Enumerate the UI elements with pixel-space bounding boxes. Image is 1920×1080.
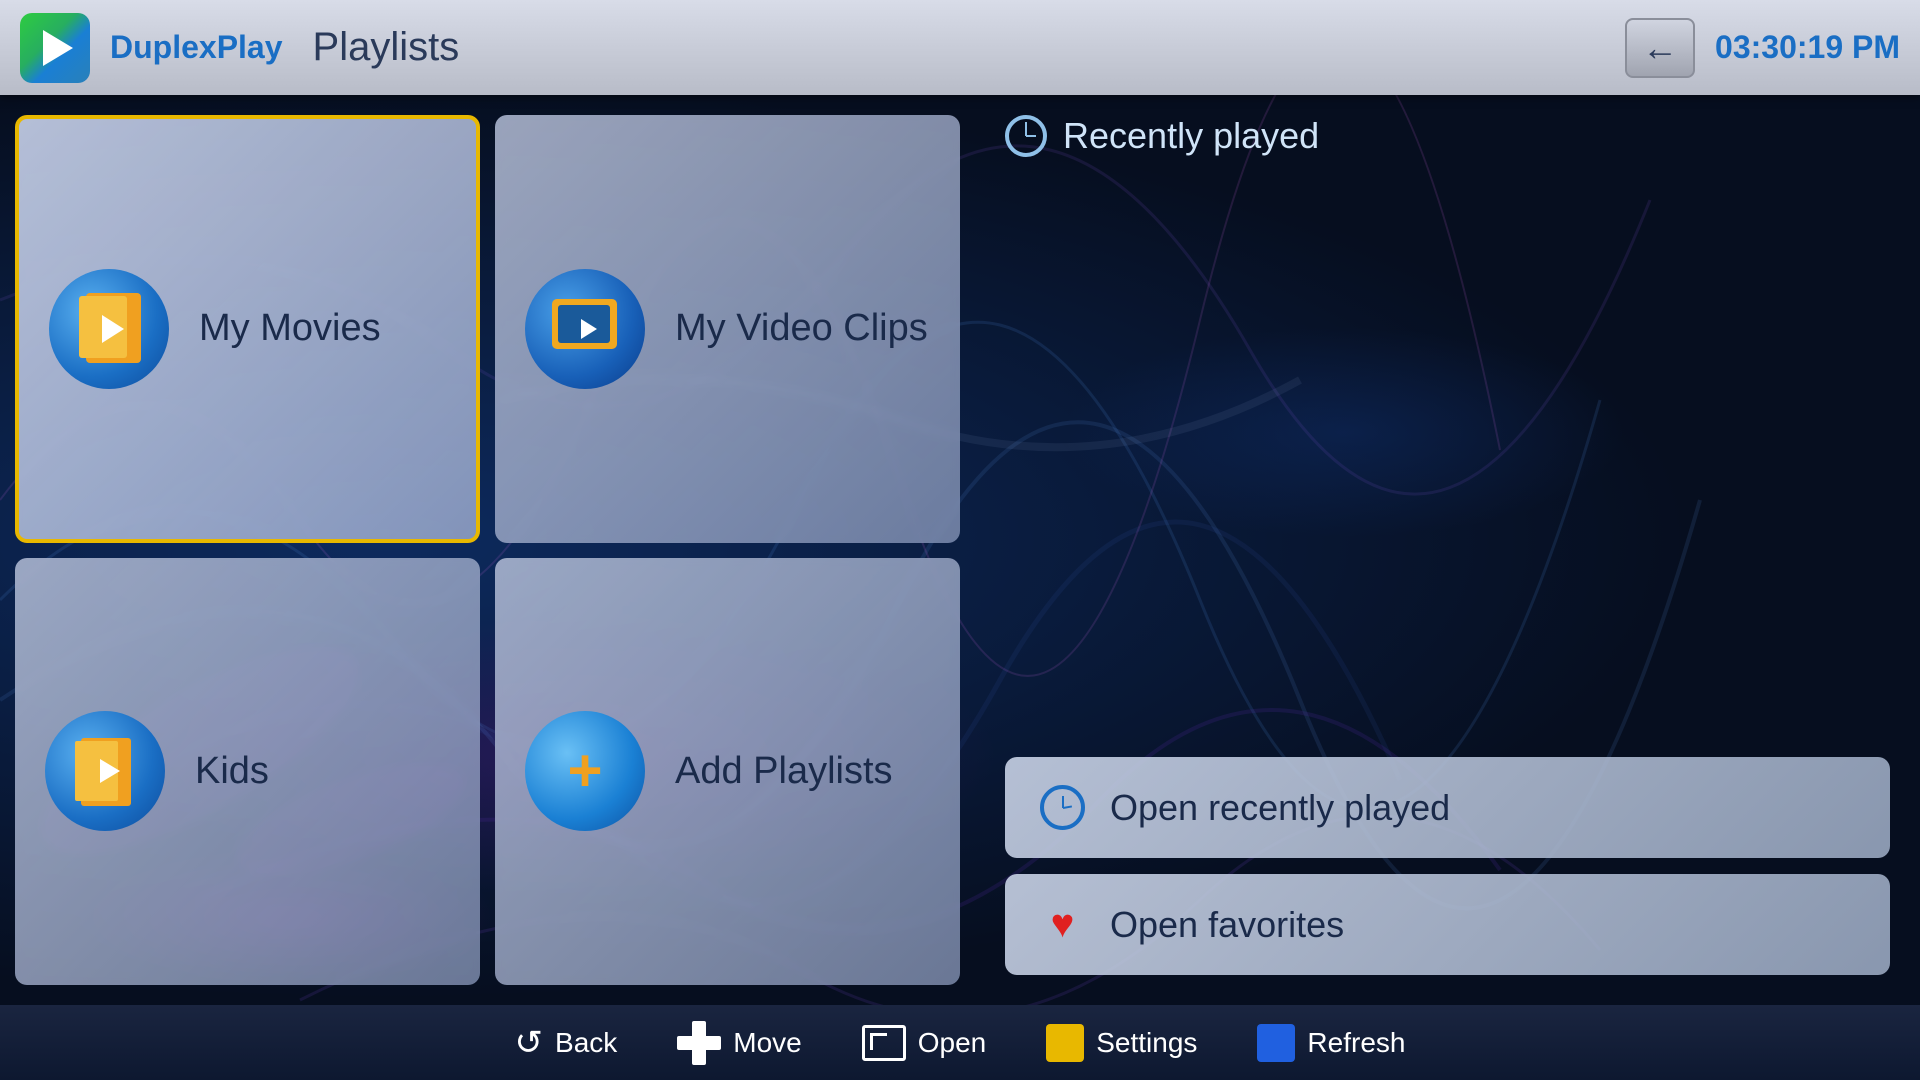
kids-film-icon bbox=[73, 734, 138, 809]
blue-button-icon bbox=[1257, 1024, 1295, 1062]
brand-name: DuplexPlay bbox=[110, 29, 283, 66]
back-button[interactable]: ← bbox=[1625, 18, 1695, 78]
my-movies-label: My Movies bbox=[199, 307, 381, 350]
back-footer-icon: ↺ bbox=[515, 1023, 544, 1063]
heart-icon: ♥ bbox=[1040, 902, 1085, 947]
header-right: ← 03:30:19 PM bbox=[1625, 18, 1900, 78]
kids-play-icon bbox=[100, 759, 120, 783]
kids-card[interactable]: Kids bbox=[15, 558, 480, 986]
recently-played-title: Recently played bbox=[1063, 115, 1319, 157]
logo-play-icon bbox=[43, 30, 73, 66]
kids-icon bbox=[45, 711, 165, 831]
open-favorites-button[interactable]: ♥ Open favorites bbox=[1005, 874, 1890, 975]
footer-move-label: Move bbox=[733, 1027, 801, 1059]
open-recently-played-button[interactable]: Open recently played bbox=[1005, 757, 1890, 858]
logo bbox=[20, 13, 90, 83]
my-movies-card[interactable]: My Movies bbox=[15, 115, 480, 543]
my-movies-icon bbox=[49, 269, 169, 389]
open-icon bbox=[862, 1025, 906, 1061]
right-panel: Recently played Open recently played ♥ O… bbox=[975, 95, 1920, 1005]
open-recently-played-label: Open recently played bbox=[1110, 787, 1450, 829]
open-favorites-label: Open favorites bbox=[1110, 904, 1344, 946]
my-video-clips-label: My Video Clips bbox=[675, 307, 928, 350]
footer-settings[interactable]: Settings bbox=[1046, 1024, 1197, 1062]
back-arrow-icon: ← bbox=[1642, 27, 1678, 69]
footer-back-label: Back bbox=[555, 1027, 617, 1059]
yellow-button-icon bbox=[1046, 1024, 1084, 1062]
kids-label: Kids bbox=[195, 750, 269, 793]
add-playlists-label: Add Playlists bbox=[675, 750, 893, 793]
my-video-clips-icon bbox=[525, 269, 645, 389]
page-title: Playlists bbox=[313, 25, 1606, 70]
footer-refresh[interactable]: Refresh bbox=[1257, 1024, 1405, 1062]
plus-icon: + bbox=[567, 741, 602, 801]
footer-open-label: Open bbox=[918, 1027, 987, 1059]
movie-film-icon bbox=[74, 291, 144, 366]
my-video-clips-card[interactable]: My Video Clips bbox=[495, 115, 960, 543]
clock: 03:30:19 PM bbox=[1715, 29, 1900, 66]
add-playlists-icon: + bbox=[525, 711, 645, 831]
footer-back[interactable]: ↺ Back bbox=[515, 1023, 618, 1063]
footer-move[interactable]: Move bbox=[677, 1021, 801, 1065]
play-triangle-sm-icon bbox=[581, 319, 597, 339]
history-clock-icon bbox=[1005, 115, 1047, 157]
recently-played-header: Recently played bbox=[1005, 115, 1890, 157]
main-content: My Movies My Video Clips K bbox=[0, 95, 1920, 1005]
header: DuplexPlay Playlists ← 03:30:19 PM bbox=[0, 0, 1920, 95]
footer: ↺ Back Move Open Settings Refresh bbox=[0, 1005, 1920, 1080]
footer-settings-label: Settings bbox=[1096, 1027, 1197, 1059]
play-triangle-icon bbox=[102, 315, 124, 343]
video-icon-inner bbox=[550, 294, 620, 364]
action-buttons: Open recently played ♥ Open favorites bbox=[1005, 757, 1890, 975]
history-icon bbox=[1040, 785, 1085, 830]
footer-open[interactable]: Open bbox=[862, 1025, 987, 1061]
dpad-icon bbox=[677, 1021, 721, 1065]
footer-refresh-label: Refresh bbox=[1307, 1027, 1405, 1059]
playlist-grid: My Movies My Video Clips K bbox=[0, 95, 975, 1005]
add-playlists-card[interactable]: + Add Playlists bbox=[495, 558, 960, 986]
